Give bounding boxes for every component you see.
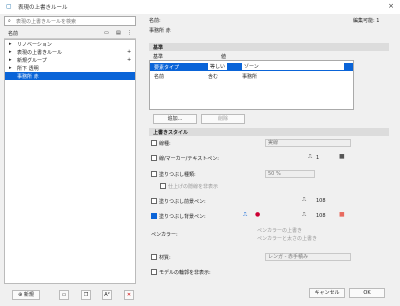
pen-icon[interactable]: ⎍ [308,153,312,161]
fill-sub-label: 仕上げの隠線を非表示 [168,184,219,190]
right-panel: 名前: 編集可能: 1 事務所 赤 基準 基準 値 要素タイプ 等しい ゾーン … [149,16,389,306]
criteria-operator[interactable]: 含む [208,73,218,80]
line-field[interactable]: 実線 [265,139,351,147]
model-label: モデルの輪郭を非表示: [159,270,211,276]
editable-count: 編集可能: 1 [353,18,380,24]
copy-button[interactable]: ❐ [81,290,91,300]
fill-fg-label: 塗りつぶし前景ペン: [159,199,206,205]
fill-field[interactable]: 50 % [265,170,315,178]
folder-button[interactable]: ▭ [59,290,69,300]
add-button[interactable]: 追加... [153,114,197,124]
pen-swatch-icon[interactable]: ■ [339,153,345,160]
criteria-value[interactable]: ゾーン [242,63,344,70]
more-icon[interactable]: ⋮ [127,30,132,36]
pen-picker-icon[interactable]: ⎍ [243,211,247,219]
section-basic-title: 基準 [153,45,164,51]
tree-expander[interactable]: ▸ [9,57,12,63]
pen-icon[interactable]: ⎍ [302,211,306,219]
tree-expander[interactable]: ▸ [9,49,12,55]
layer-icon[interactable]: ▤ [116,30,121,36]
section-style-title: 上書きスタイル [153,130,189,136]
search-input[interactable]: ⌕ 表現の上書きルールを検索 [4,16,136,26]
search-icon: ⌕ [8,18,11,24]
tree-label: 事務所 赤 [17,74,39,80]
fill-fg-checkbox[interactable] [151,198,157,204]
left-panel: ⌕ 表現の上書きルールを検索 名前 ▭ ▤ ⋮ ▸ リノベーション ▸ 表現の上… [4,16,136,306]
window-title: 表現の上書きルール [18,5,68,11]
tree-row[interactable]: ▸ 所下 透明 [5,64,135,72]
criteria-row[interactable]: 要素タイプ 等しい ゾーン [150,63,353,71]
fill-label: 塗りつぶし種類: [159,172,196,178]
rename-button[interactable]: A² [102,290,112,300]
title-bar: ▢ 表現の上書きルール × [0,0,400,14]
criteria-type: 要素タイプ [154,65,180,71]
fill-bg-value[interactable]: 108 [316,213,326,219]
tree-expander[interactable]: ▸ [9,41,12,47]
criteria-value[interactable]: 事務所 [242,73,257,80]
tree-row[interactable]: ▸ 表現の上書きルール + [5,48,135,56]
view-icon[interactable]: ▭ [104,30,109,36]
search-placeholder: 表現の上書きルールを検索 [16,19,77,25]
criteria-row[interactable]: 名前 含む 事務所 [150,72,353,80]
bg-swatch-icon[interactable]: ■ [339,211,345,218]
name-value[interactable]: 事務所 赤 [149,27,171,34]
pen-color-option-2[interactable]: ペンカラーと太さの上書き [257,235,317,242]
delete-button[interactable]: 削除 [201,114,245,124]
tree-label: 表現の上書きルール [17,50,63,56]
section-basic[interactable]: 基準 [149,43,389,51]
material-label: 材質: [159,255,171,261]
criteria-table[interactable]: 要素タイプ 等しい ゾーン 名前 含む 事務所 [149,60,354,110]
dialog-window: ▢ 表現の上書きルール × ⌕ 表現の上書きルールを検索 名前 ▭ ▤ ⋮ ▸ … [0,0,400,306]
new-button[interactable]: ⊕ 新規 [12,290,40,300]
fill-bg-label: 塗りつぶし背景ペン: [159,214,206,220]
tree-row[interactable]: ▸ リノベーション [5,40,135,48]
delete-icon[interactable]: ✕ [124,290,134,300]
tree-label: リノベーション [17,42,52,48]
criteria-type: 名前 [154,74,165,80]
color-wheel-icon[interactable]: ● [255,211,260,218]
line-label: 線種: [159,141,171,147]
pen-value[interactable]: 1 [316,155,319,161]
tree-row[interactable]: ▸ 新規グループ + [5,56,135,64]
fill-sub-checkbox[interactable] [160,183,166,189]
add-icon[interactable]: + [127,49,131,55]
model-checkbox[interactable] [151,269,157,275]
fill-checkbox[interactable] [151,171,157,177]
rule-tree[interactable]: ▸ リノベーション ▸ 表現の上書きルール + ▸ 新規グループ + ▸ 所下 … [4,39,136,284]
app-icon: ▢ [6,3,12,10]
fill-bg-checkbox[interactable] [151,213,157,219]
pen-color-option-1[interactable]: ペンカラーの上書き [257,227,302,234]
cancel-button[interactable]: キャンセル [309,288,345,298]
criteria-operator[interactable]: 等しい [208,63,228,70]
fill-fg-value[interactable]: 108 [316,198,326,204]
line-checkbox[interactable] [151,140,157,146]
pen-color-label: ペンカラー: [151,232,178,238]
material-checkbox[interactable] [151,254,157,260]
name-label: 名前: [149,18,161,24]
tree-row-selected[interactable]: 事務所 赤 [5,72,135,80]
section-style[interactable]: 上書きスタイル [149,128,389,136]
criteria-col2: 値 [221,54,227,60]
tree-label: 新規グループ [17,58,47,64]
tree-expander[interactable]: ▸ [9,65,12,71]
ok-button[interactable]: OK [349,288,385,298]
tree-label: 所下 透明 [17,66,39,72]
list-header: 名前 ▭ ▤ ⋮ [4,29,136,39]
add-icon[interactable]: + [127,57,131,63]
column-name-header[interactable]: 名前 [8,30,18,37]
material-field[interactable]: レンガ - 赤手積み [265,253,351,261]
criteria-col1: 基準 [153,54,164,60]
pen-icon[interactable]: ⎍ [302,196,306,204]
left-footer: ⊕ 新規 ▭ ❐ A² ✕ [4,288,136,302]
pen-label: 線/マーカー/テキストペン: [159,156,219,162]
pen-checkbox[interactable] [151,155,157,161]
close-icon[interactable]: × [388,2,394,10]
